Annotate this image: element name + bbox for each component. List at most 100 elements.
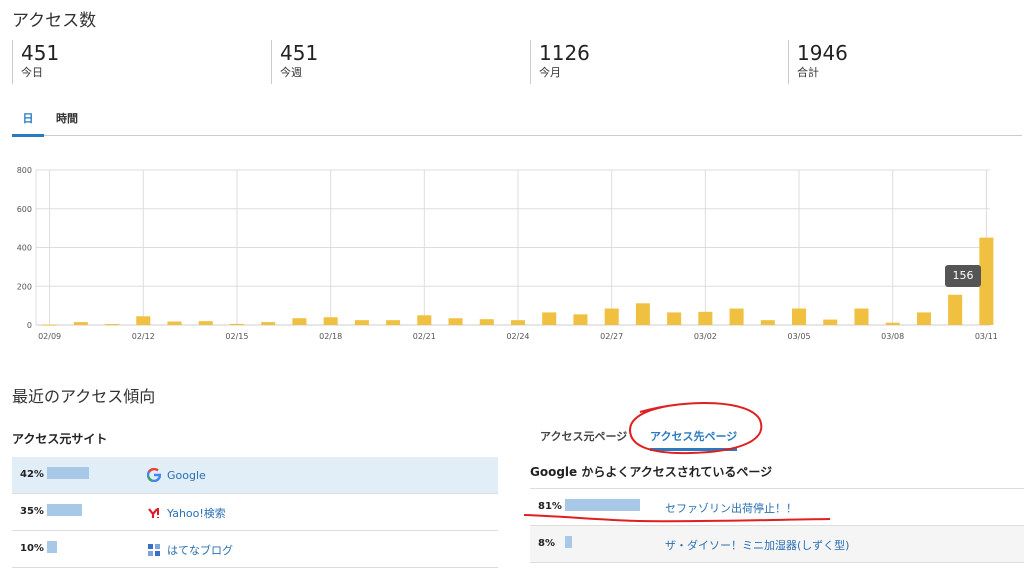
y-tick-label: 800 [17,166,32,175]
bar [573,314,588,325]
bar [792,308,807,325]
page-link[interactable]: セファゾリン出荷停止！！ [665,500,797,516]
bar [42,324,57,326]
stat-today: 451 今日 [12,40,59,84]
source-name: Google [167,469,206,482]
x-tick-label: 02/27 [600,332,623,341]
bar [979,237,994,325]
stat-value: 451 [280,41,319,65]
yahoo-icon [148,508,159,518]
x-tick-label: 02/24 [506,332,529,341]
stat-value: 1946 [797,41,848,65]
stat-value: 1126 [539,41,590,65]
stat-month: 1126 今月 [530,40,590,84]
list-item[interactable]: 35% Yahoo!検索 [12,494,498,531]
list-item[interactable]: 42% Google [12,457,498,494]
bar [448,318,463,325]
bar [948,294,963,325]
bar [854,308,869,325]
stat-label: 今週 [280,66,302,79]
pages-title: Google からよくアクセスされているページ [530,465,773,479]
bar [667,312,682,325]
share-percent: 8% [538,538,555,549]
sources-title: アクセス元サイト [12,432,108,446]
bar [885,322,900,325]
source-link[interactable]: Yahoo!検索 [147,505,226,521]
bar [510,320,526,325]
stat-week: 451 今週 [271,40,318,84]
bar [292,318,307,325]
bar [823,319,838,325]
bar [261,322,276,325]
y-tick-label: 400 [17,244,32,253]
share-bar [47,504,82,516]
share-percent: 81% [538,501,562,512]
x-tick-label: 03/05 [788,332,811,341]
source-name: Yahoo!検索 [167,507,226,520]
sources-list: 42% Google 35% Yahoo!検索 10% はてなブログ [12,457,498,568]
tab-source-pages[interactable]: アクセス元ページ [540,428,627,448]
pages-list: 81% セファゾリン出荷停止！！ 8% ザ・ダイソー！ミニ加湿器(しずく型) [530,488,1024,563]
bar [229,323,244,325]
hatena-icon [148,544,160,556]
bar [604,308,619,325]
tab-destination-pages[interactable]: アクセス先ページ [650,428,738,451]
source-link[interactable]: はてなブログ [147,542,233,558]
bar [198,321,213,325]
page-tabs: アクセス元ページ アクセス先ページ [530,420,1024,453]
share-percent: 10% [20,543,44,554]
share-bar [47,541,57,553]
share-bar [565,499,640,511]
x-tick-label: 02/21 [413,332,436,341]
share-percent: 35% [20,506,44,517]
x-tick-label: 03/11 [975,332,998,341]
y-tick-label: 200 [17,282,32,291]
tab-day[interactable]: 日 [12,110,44,137]
bar [698,311,713,325]
source-name: はてなブログ [167,544,233,557]
bar [386,320,401,325]
bar [105,324,120,326]
x-tick-label: 02/12 [132,332,155,341]
bar [760,320,775,325]
list-item[interactable]: 81% セファゾリン出荷停止！！ [530,489,1024,526]
x-tick-label: 02/09 [38,332,61,341]
bar [354,320,369,325]
bar [167,321,182,325]
y-tick-label: 0 [27,321,32,330]
access-bar-chart: 0 200 400 600 800 02/09 02/12 02/15 02/18 02/21 02… [17,166,998,341]
bar [479,319,494,325]
bar [916,312,931,325]
google-icon [147,468,161,482]
y-tick-label: 600 [17,205,32,214]
recent-trend-title: 最近のアクセス傾向 [12,387,156,406]
stat-total: 1946 合計 [788,40,848,84]
stat-label: 今日 [21,66,43,79]
share-bar [47,467,89,479]
list-item[interactable]: 10% はてなブログ [12,531,498,568]
stat-value: 451 [21,41,60,65]
list-item[interactable]: 8% ザ・ダイソー！ミニ加湿器(しずく型) [530,526,1024,563]
chart-tooltip: 156 [945,265,981,287]
page-link[interactable]: ザ・ダイソー！ミニ加湿器(しずく型) [665,537,849,553]
stat-label: 合計 [797,66,819,79]
bar [73,322,88,325]
bar [542,312,557,325]
range-tabs: 日 時間 [12,100,1022,137]
share-percent: 42% [20,469,44,480]
tab-hour[interactable]: 時間 [56,110,78,134]
bar [635,303,650,325]
stats-summary: 451 今日 451 今週 1126 今月 1946 合計 [12,40,1022,86]
bar [323,317,338,325]
bar [417,315,432,325]
share-bar [565,536,573,548]
stat-label: 今月 [539,66,561,79]
x-tick-label: 03/08 [881,332,904,341]
source-link[interactable]: Google [147,468,206,482]
page-title: アクセス数 [12,11,97,31]
x-tick-label: 02/18 [319,332,342,341]
x-tick-label: 02/15 [225,332,248,341]
bar [136,316,151,325]
bar [729,308,744,325]
x-tick-label: 03/02 [694,332,717,341]
